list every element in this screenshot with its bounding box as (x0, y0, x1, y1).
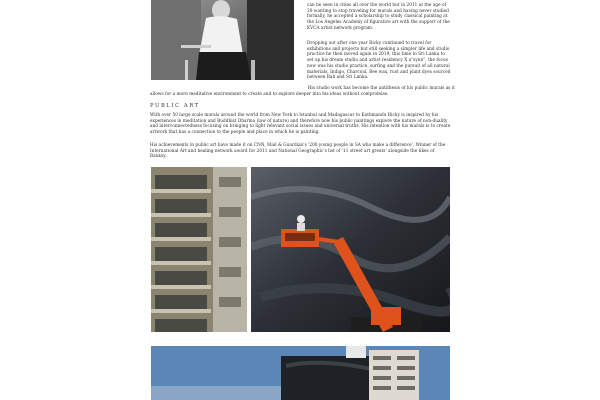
about-paragraph-3-line-1: His studio work has become the antithesi… (307, 85, 455, 90)
building-facade-photo (151, 167, 247, 332)
building-mural-photo (151, 346, 450, 400)
about-paragraph-1: can be seen in cities all over the world… (307, 2, 450, 30)
mural-lift-photo (251, 167, 450, 332)
public-art-heading: PUBLIC ART (150, 103, 200, 109)
artist-portrait-photo (151, 0, 294, 80)
about-paragraph-3-line-2: allows for a more meditative environment… (150, 91, 389, 96)
about-paragraph-2: Dropping out after one year Ricky contin… (307, 40, 451, 80)
public-art-paragraph-2: His achievements in public art have made… (150, 142, 446, 159)
public-art-paragraph-1: With over 50 large scale murals around t… (150, 112, 451, 135)
